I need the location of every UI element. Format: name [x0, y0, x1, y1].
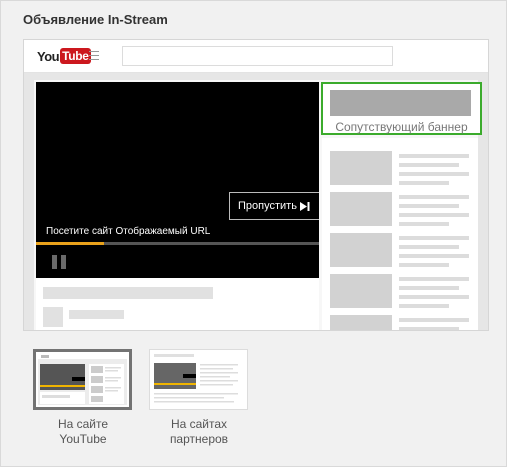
progress-bar	[36, 242, 319, 245]
youtube-page-mockup: You Tube Посетите сайт Отображаемый URL …	[23, 39, 489, 331]
thumbnail-placeholder	[330, 315, 392, 330]
thumbnail-placeholder	[330, 192, 392, 226]
channel-name-placeholder	[69, 310, 124, 319]
companion-banner-image	[330, 90, 471, 116]
youtube-layout-preview-icon	[36, 352, 129, 407]
skip-next-icon	[299, 201, 310, 211]
option-youtube-line2: YouTube	[59, 432, 107, 446]
option-youtube-line1: На сайте	[57, 417, 109, 431]
recommendations-sidebar	[322, 138, 478, 330]
partner-layout-preview-icon	[150, 350, 247, 409]
companion-banner-label: Сопутствующий баннер	[335, 120, 468, 134]
pause-icon	[52, 255, 66, 269]
title-placeholder	[43, 287, 213, 299]
ad-format-panel: Объявление In-Stream You Tube Посетите с…	[0, 0, 507, 467]
logo-tube: Tube	[60, 48, 91, 64]
recommendation-item	[322, 151, 478, 185]
option-partners-thumbnail[interactable]	[149, 349, 248, 410]
option-partners-line2: партнеров	[169, 432, 229, 446]
option-partners-line1: На сайтах	[170, 417, 228, 431]
option-youtube-thumbnail[interactable]	[33, 349, 132, 410]
thumbnail-placeholder	[330, 151, 392, 185]
channel-avatar-placeholder	[43, 307, 63, 327]
mock-search-bar	[122, 46, 393, 66]
recommendation-item	[322, 192, 478, 226]
youtube-logo: You Tube	[37, 47, 91, 65]
option-partners-label[interactable]: На сайтах партнеров	[139, 417, 259, 447]
panel-title: Объявление In-Stream	[23, 12, 168, 27]
video-info-placeholder	[36, 278, 319, 330]
logo-you: You	[37, 48, 60, 64]
recommendation-item	[322, 233, 478, 267]
recommendation-item	[322, 274, 478, 308]
mock-topbar: You Tube	[24, 40, 488, 73]
progress-fill	[36, 242, 104, 245]
visit-site-text: Посетите сайт Отображаемый URL	[46, 226, 211, 237]
companion-banner: Сопутствующий баннер	[321, 82, 482, 135]
menu-icon	[89, 51, 99, 60]
option-youtube-label[interactable]: На сайте YouTube	[23, 417, 143, 447]
skip-ad-button[interactable]: Пропустить	[229, 192, 319, 220]
skip-label: Пропустить	[238, 200, 297, 212]
video-player: Посетите сайт Отображаемый URL Пропустит…	[36, 82, 319, 278]
recommendation-item	[322, 315, 478, 330]
thumbnail-placeholder	[330, 233, 392, 267]
thumbnail-placeholder	[330, 274, 392, 308]
